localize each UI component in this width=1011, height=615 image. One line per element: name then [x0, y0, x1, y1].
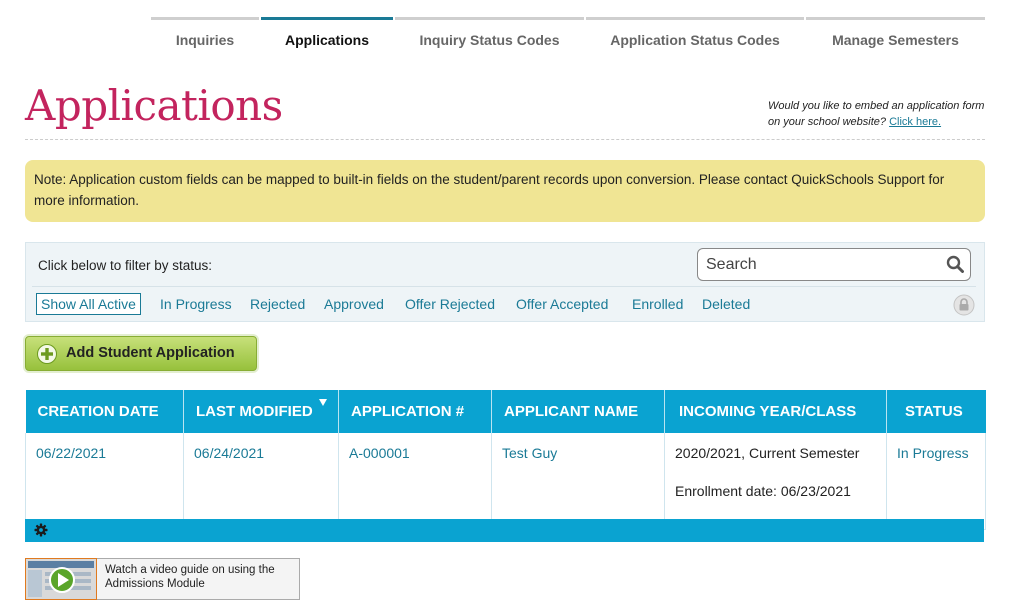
title-divider: [25, 139, 985, 140]
custom-fields-note: Note: Application custom fields can be m…: [25, 160, 985, 222]
plus-circle-icon: [37, 344, 57, 364]
filter-approved[interactable]: Approved: [324, 294, 384, 314]
status-filter-panel: Click below to filter by status: Show Al…: [25, 242, 985, 322]
tab-inquiries[interactable]: Inquiries: [151, 17, 259, 58]
cell-application-number[interactable]: A-000001: [338, 433, 492, 530]
column-status[interactable]: STATUS: [886, 390, 986, 433]
tab-inquiry-status-codes[interactable]: Inquiry Status Codes: [395, 17, 584, 58]
cell-creation-date[interactable]: 06/22/2021: [25, 433, 184, 530]
search-box: [697, 248, 971, 281]
play-icon: [25, 558, 97, 600]
video-guide-link[interactable]: Watch a video guide on using the Admissi…: [25, 558, 300, 600]
column-application-number[interactable]: APPLICATION #: [338, 390, 492, 433]
cell-last-modified[interactable]: 06/24/2021: [183, 433, 339, 530]
filter-show-all-active[interactable]: Show All Active: [36, 293, 141, 315]
table-row: 06/22/2021 06/24/2021 A-000001 Test Guy …: [25, 433, 986, 530]
filter-offer-rejected[interactable]: Offer Rejected: [405, 294, 495, 314]
applications-table: CREATION DATE LAST MODIFIED APPLICATION …: [25, 390, 986, 530]
tab-applications[interactable]: Applications: [261, 17, 393, 58]
table-header-row: CREATION DATE LAST MODIFIED APPLICATION …: [25, 390, 986, 433]
module-tabs: Inquiries Applications Inquiry Status Co…: [151, 17, 985, 57]
cell-incoming-year-class: 2020/2021, Current Semester Enrollment d…: [664, 433, 887, 530]
filter-divider: [32, 286, 976, 287]
column-applicant-name[interactable]: APPLICANT NAME: [491, 390, 665, 433]
embed-form-link[interactable]: Click here.: [889, 116, 941, 128]
column-creation-date[interactable]: CREATION DATE: [25, 390, 184, 433]
gear-icon[interactable]: [34, 523, 48, 537]
search-input[interactable]: [704, 249, 938, 280]
column-incoming-year-class[interactable]: INCOMING YEAR/CLASS: [664, 390, 887, 433]
search-icon[interactable]: [946, 255, 964, 273]
add-student-application-label: Add Student Application: [66, 345, 235, 361]
filter-deleted[interactable]: Deleted: [702, 294, 750, 314]
video-guide-text: Watch a video guide on using the Admissi…: [105, 564, 275, 590]
sort-desc-icon: [319, 399, 327, 406]
filter-enrolled[interactable]: Enrolled: [632, 294, 683, 314]
table-footer-bar: [25, 519, 984, 542]
column-last-modified[interactable]: LAST MODIFIED: [183, 390, 339, 433]
lock-icon[interactable]: [953, 294, 975, 316]
tab-manage-semesters[interactable]: Manage Semesters: [806, 17, 985, 58]
cell-applicant-name[interactable]: Test Guy: [491, 433, 665, 530]
tab-application-status-codes[interactable]: Application Status Codes: [586, 17, 804, 58]
filter-rejected[interactable]: Rejected: [250, 294, 305, 314]
embed-form-text: Would you like to embed an application f…: [768, 100, 985, 128]
filter-offer-accepted[interactable]: Offer Accepted: [516, 294, 608, 314]
page-title: Applications: [25, 81, 283, 130]
enrollment-date-text: Enrollment date: 06/23/2021: [675, 483, 851, 499]
embed-form-note: Would you like to embed an application f…: [768, 98, 988, 130]
add-student-application-button[interactable]: Add Student Application: [25, 336, 257, 371]
filter-label: Click below to filter by status:: [38, 258, 213, 273]
cell-status[interactable]: In Progress: [886, 433, 986, 530]
filter-in-progress[interactable]: In Progress: [160, 294, 232, 314]
incoming-year-text: 2020/2021, Current Semester: [675, 445, 860, 461]
